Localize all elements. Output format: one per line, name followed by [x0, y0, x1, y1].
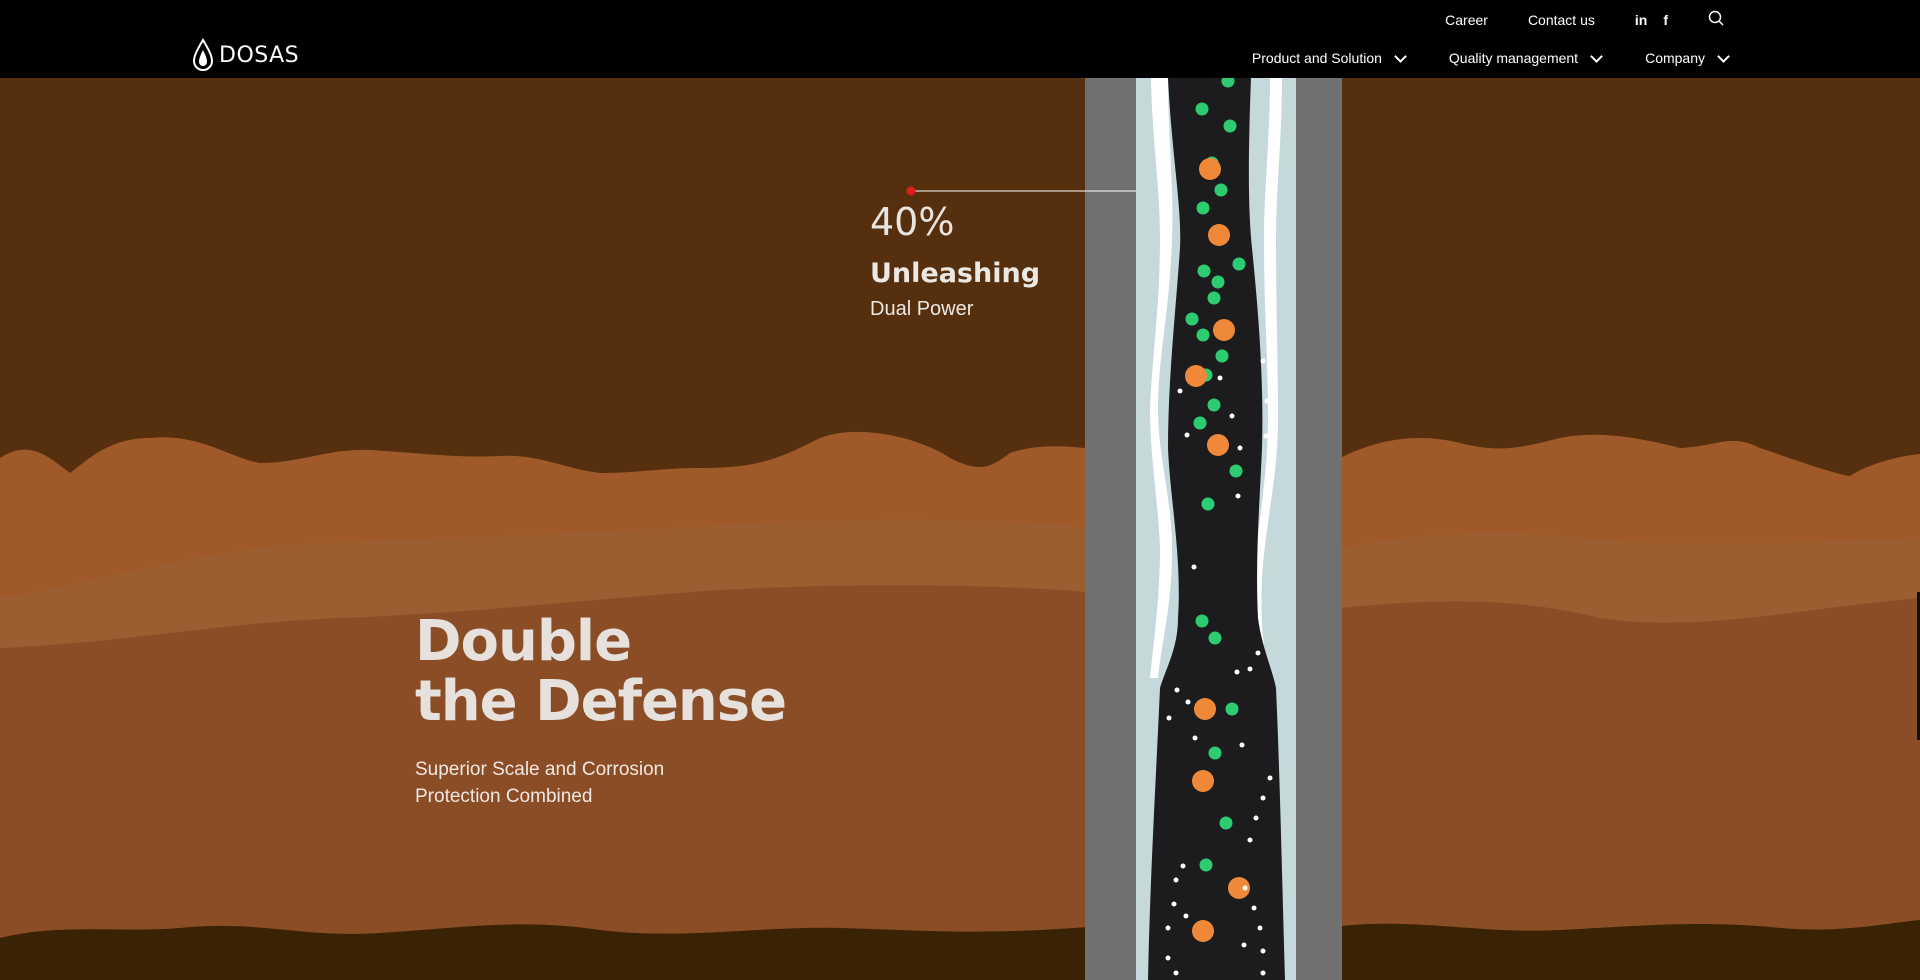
stat-title: Unleashing	[870, 258, 1041, 289]
scale-particle	[1242, 885, 1248, 891]
scale-particle	[1264, 398, 1270, 404]
orange-particle	[1194, 698, 1216, 720]
nav-label: Quality management	[1448, 50, 1579, 66]
linkedin-icon[interactable]: in	[1635, 12, 1647, 28]
rock-layer-mid-right	[1340, 598, 1920, 980]
scale-particle	[1255, 650, 1261, 656]
scale-particle	[1191, 564, 1197, 570]
chevron-down-icon	[1590, 49, 1603, 63]
stat-value: 40%	[870, 200, 955, 244]
green-particle	[1207, 291, 1221, 305]
green-particle	[1215, 349, 1229, 363]
facebook-icon[interactable]: f	[1663, 12, 1668, 28]
ground-layer	[0, 924, 1100, 980]
scale-particle	[1260, 948, 1266, 954]
scale-particle	[1173, 970, 1179, 976]
search-icon[interactable]	[1708, 10, 1724, 29]
hero-title-line-2: the Defense	[415, 669, 787, 734]
top-links: Career Contact us in f	[1445, 10, 1724, 29]
scale-particle	[1260, 358, 1266, 364]
drop-logo-icon	[192, 38, 214, 71]
site-header: DOSAS Career Contact us in f Product and…	[0, 0, 1920, 78]
scale-particle	[1260, 970, 1266, 976]
nav-quality-management[interactable]: Quality management	[1448, 49, 1603, 66]
scale-particle	[1263, 433, 1269, 439]
green-particle	[1225, 702, 1239, 716]
orange-particle	[1213, 319, 1235, 341]
green-particle	[1223, 119, 1237, 133]
green-particle	[1232, 257, 1246, 271]
orange-particle	[1192, 770, 1214, 792]
green-particle	[1196, 328, 1210, 342]
green-particle	[1199, 858, 1213, 872]
green-particle	[1219, 816, 1233, 830]
scale-particle	[1184, 432, 1190, 438]
green-particle	[1197, 264, 1211, 278]
scale-particle	[1251, 905, 1257, 911]
stat-description: Dual Power	[870, 298, 974, 320]
green-particle	[1201, 497, 1215, 511]
green-particle	[1211, 275, 1225, 289]
scale-particle	[1247, 837, 1253, 843]
scale-particle	[1173, 877, 1179, 883]
career-link[interactable]: Career	[1445, 12, 1488, 28]
scale-particle	[1180, 863, 1186, 869]
scale-particle	[1165, 955, 1171, 961]
nav-product-and-solution[interactable]: Product and Solution	[1251, 49, 1407, 66]
social-links: in f	[1635, 12, 1668, 28]
orange-particle	[1185, 365, 1207, 387]
green-particle	[1208, 746, 1222, 760]
scale-particle	[1192, 735, 1198, 741]
scale-particle	[1260, 795, 1266, 801]
scale-particle	[1177, 388, 1183, 394]
orange-particle	[1192, 920, 1214, 942]
scale-particle	[1247, 666, 1253, 672]
green-particle	[1196, 201, 1210, 215]
hero-illustration	[0, 78, 1920, 980]
scale-particle	[1165, 925, 1171, 931]
green-particle	[1195, 102, 1209, 116]
orange-particle	[1207, 434, 1229, 456]
logo-text: DOSAS	[219, 42, 300, 68]
scale-particle	[1185, 699, 1191, 705]
scale-particle	[1217, 375, 1223, 381]
scale-particle	[1253, 815, 1259, 821]
green-particle	[1185, 312, 1199, 326]
orange-particle	[1199, 158, 1221, 180]
hero-title: Double the Defense	[415, 609, 787, 734]
hero-title-line-1: Double	[415, 609, 632, 674]
nav-label: Product and Solution	[1251, 50, 1382, 66]
scale-particle	[1237, 445, 1243, 451]
scale-particle	[1234, 669, 1240, 675]
main-nav: Product and Solution Quality management …	[1251, 49, 1730, 66]
chevron-down-icon	[1717, 49, 1730, 63]
scale-particle	[1267, 775, 1273, 781]
logo[interactable]: DOSAS	[191, 38, 299, 72]
green-particle	[1229, 464, 1243, 478]
callout-dot	[906, 186, 916, 196]
scale-particle	[1235, 493, 1241, 499]
scale-particle	[1241, 942, 1247, 948]
green-particle	[1214, 183, 1228, 197]
nav-label: Company	[1645, 50, 1705, 66]
contact-link[interactable]: Contact us	[1528, 12, 1595, 28]
scale-particle	[1257, 925, 1263, 931]
chevron-down-icon	[1394, 49, 1407, 63]
scale-particle	[1174, 687, 1180, 693]
green-particle	[1208, 631, 1222, 645]
green-particle	[1193, 416, 1207, 430]
orange-particle	[1208, 224, 1230, 246]
scale-particle	[1229, 413, 1235, 419]
green-particle	[1195, 614, 1209, 628]
scale-particle	[1166, 715, 1172, 721]
scale-particle	[1171, 901, 1177, 907]
nav-company[interactable]: Company	[1645, 49, 1730, 66]
green-particle	[1207, 398, 1221, 412]
scale-particle	[1239, 742, 1245, 748]
hero-subtitle: Superior Scale and Corrosion Protection …	[415, 759, 665, 807]
scale-particle	[1183, 913, 1189, 919]
